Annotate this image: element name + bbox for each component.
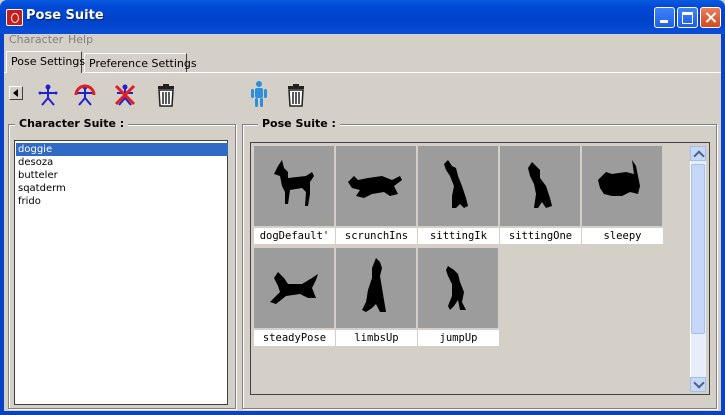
dog-jump-icon [418,248,498,328]
character-list[interactable]: doggie desoza butteler sqatderm frido [14,140,228,405]
edit-character-icon[interactable] [73,83,97,107]
pose-label: jumpUp [418,330,499,346]
pose-label: sleepy [582,228,663,244]
pose-label: sittingIk [418,228,499,244]
pose-tile-sittingone[interactable]: sittingOne [500,146,581,246]
window-frame-left [0,34,4,415]
character-suite-label: Character Suite : [15,117,129,130]
pose-label: dogDefault' [254,228,335,244]
close-button[interactable] [700,7,721,28]
pose-label: sittingOne [500,228,581,244]
dog-sitting-icon [500,146,580,226]
trash-icon[interactable] [154,83,178,107]
title-bar[interactable]: Pose Suite [0,0,725,34]
dog-sitting-icon [418,146,498,226]
tab-pose-settings[interactable]: Pose Settings [6,51,85,73]
dog-sitting-up-icon [336,248,416,328]
pose-tile-dogdefault[interactable]: dogDefault' [254,146,335,246]
pose-label: scrunchIns [336,228,417,244]
dog-scrunch-icon [336,146,416,226]
window-frame-right [721,34,725,415]
collapse-panel-button[interactable] [9,86,23,100]
window-frame-bottom [0,411,725,415]
minimize-button[interactable] [654,7,675,28]
list-item[interactable]: desoza [16,156,228,169]
pose-tile-sleepy[interactable]: sleepy [582,146,663,246]
menu-help[interactable]: Help [68,33,93,46]
list-item[interactable]: frido [16,195,228,208]
delete-character-icon[interactable] [113,83,137,107]
app-icon[interactable] [6,9,23,26]
trash-icon[interactable] [284,83,308,107]
pose-tile-scrunchins[interactable]: scrunchIns [336,146,417,246]
add-pose-icon[interactable] [247,80,271,108]
list-item[interactable]: butteler [16,169,228,182]
tab-divider [4,72,721,73]
add-character-icon[interactable] [36,83,60,107]
pose-tile-steadypose[interactable]: steadyPose [254,248,335,348]
dog-standing-icon [254,146,334,226]
scroll-thumb[interactable] [691,164,705,334]
list-item[interactable]: sqatderm [16,182,228,195]
pose-tile-sittingik[interactable]: sittingIk [418,146,499,246]
dog-sleepy-icon [582,146,662,226]
pose-suite-label: Pose Suite : [258,117,340,130]
dog-lying-icon [254,248,334,328]
window-title: Pose Suite [26,8,104,23]
scroll-down-button[interactable] [690,377,706,392]
tab-preference-settings[interactable]: Preference Settings [84,53,197,73]
list-item[interactable]: doggie [16,143,228,156]
pose-label: steadyPose [254,330,335,346]
menu-character[interactable]: Character [9,33,63,46]
maximize-button[interactable] [677,7,698,28]
pose-label: limbsUp [336,330,417,346]
scroll-up-button[interactable] [690,146,706,161]
pose-tile-limbsup[interactable]: limbsUp [336,248,417,348]
pose-tile-jumpup[interactable]: jumpUp [418,248,499,348]
